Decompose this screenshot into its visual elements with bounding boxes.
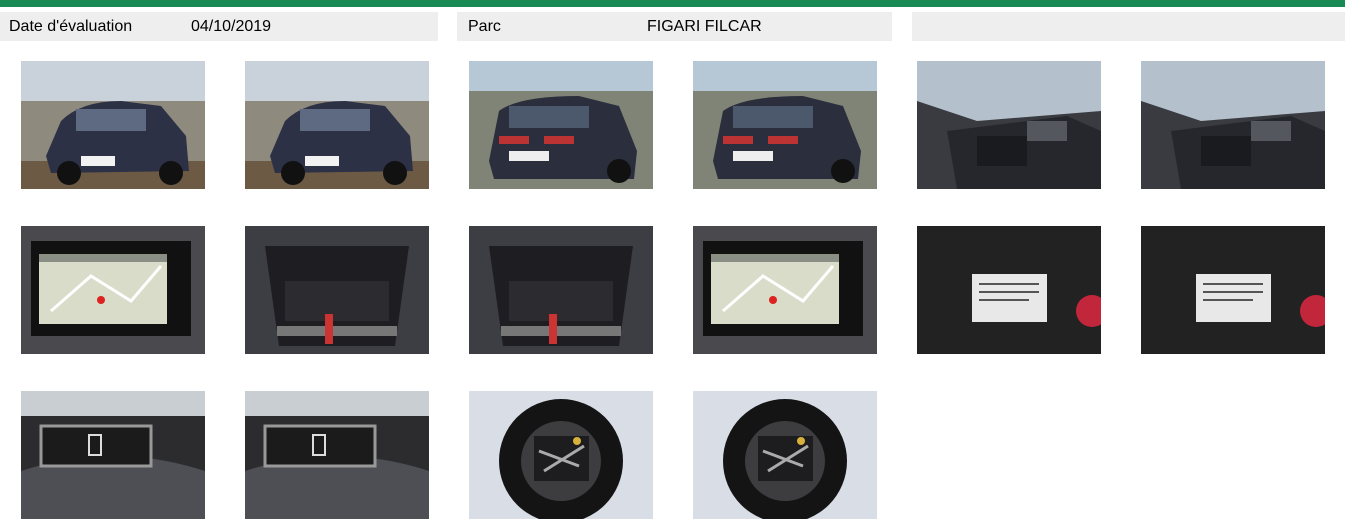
top-accent-bar [0, 0, 1345, 7]
spare-wheel-2-photo[interactable] [693, 391, 877, 519]
park-block: Parc FIGARI FILCAR [457, 12, 892, 41]
car-front-left-photo[interactable] [21, 61, 205, 189]
navigation-screen-2-photo[interactable] [693, 226, 877, 354]
car-rear-left-photo[interactable] [469, 61, 653, 189]
spare-wheel-photo[interactable] [469, 391, 653, 519]
interior-seats-photo[interactable] [1141, 61, 1325, 189]
interior-dashboard-photo[interactable] [917, 61, 1101, 189]
trunk-cargo-photo[interactable] [469, 226, 653, 354]
park-label: Parc [468, 18, 501, 35]
park-value: FIGARI FILCAR [647, 18, 762, 35]
empty-info-block [912, 12, 1345, 41]
evaluation-date-block: Date d'évaluation 04/10/2019 [0, 12, 438, 41]
navigation-screen-photo[interactable] [21, 226, 205, 354]
instrument-cluster-photo[interactable] [245, 391, 429, 519]
evaluation-date-label: Date d'évaluation [9, 18, 133, 35]
vin-label-photo[interactable] [917, 226, 1101, 354]
car-front-right-photo[interactable] [245, 61, 429, 189]
car-rear-right-photo[interactable] [693, 61, 877, 189]
vin-label-2-photo[interactable] [1141, 226, 1325, 354]
evaluation-date-value: 04/10/2019 [191, 18, 272, 35]
open-trunk-photo[interactable] [245, 226, 429, 354]
odometer-photo[interactable] [21, 391, 205, 519]
